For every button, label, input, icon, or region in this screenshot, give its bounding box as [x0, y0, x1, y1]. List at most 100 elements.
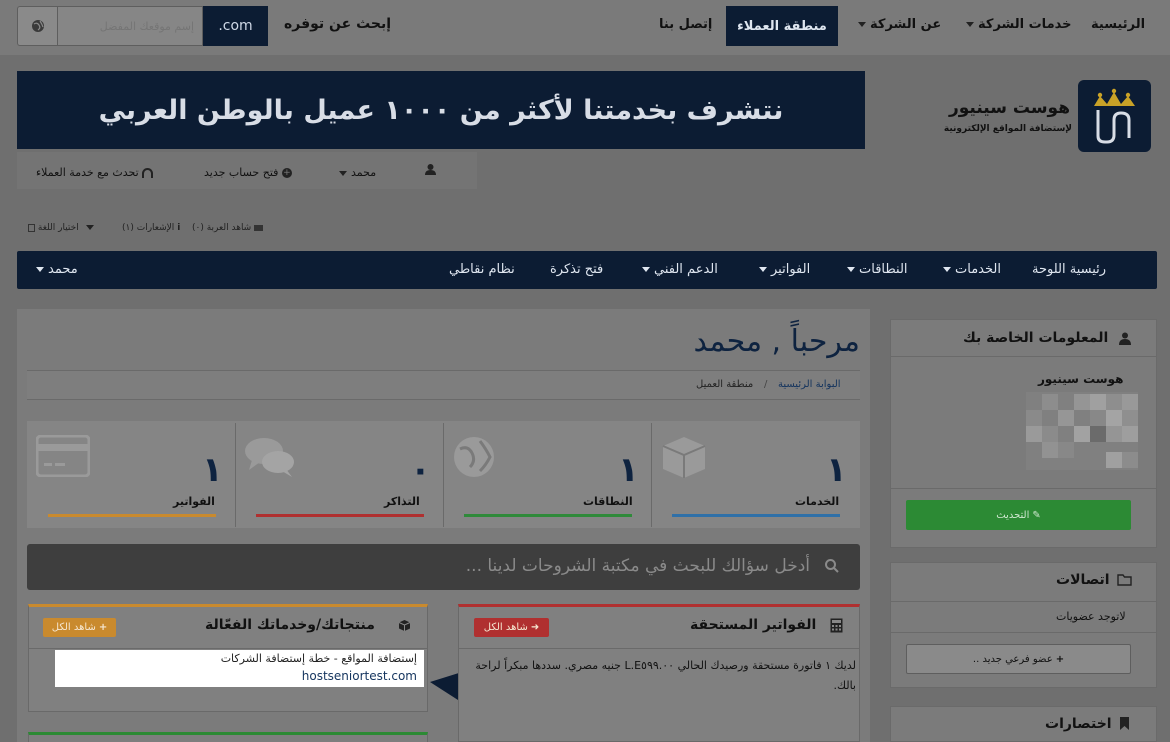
pencil-icon: ✎ — [1032, 509, 1041, 521]
notifications-link[interactable]: i الإشعارات (١) — [122, 223, 180, 233]
mainnav-services[interactable]: الخدمات — [939, 262, 1001, 277]
account-user-menu[interactable]: محمد — [335, 166, 376, 179]
breadcrumb-home[interactable]: البوابة الرئيسية — [778, 379, 841, 390]
cart-icon — [254, 224, 264, 231]
chevron-down-icon — [85, 225, 94, 230]
new-account-link[interactable]: + فتح حساب جديد — [204, 166, 292, 179]
breadcrumb-current: منطقة العميل — [696, 379, 754, 390]
update-button[interactable]: ✎ التحديث — [906, 500, 1131, 530]
mainnav-user-menu[interactable]: محمد — [32, 262, 78, 277]
cube-icon — [398, 619, 411, 635]
breadcrumb-separator: / — [764, 379, 768, 390]
new-sub-member-button[interactable]: + عضو فرعي جديد .. — [906, 644, 1131, 674]
domain-input[interactable] — [57, 6, 203, 46]
domain-search: .com — [17, 6, 268, 46]
shortcuts-card — [890, 706, 1157, 742]
mainnav-invoices-label: الفواتير — [771, 262, 811, 277]
language-selector[interactable]: اختيار اللغة — [28, 223, 98, 233]
calculator-icon — [830, 618, 843, 636]
product-item-domain[interactable]: hostseniortest.com — [60, 669, 417, 683]
nav-about[interactable]: عن الشركة — [854, 17, 941, 37]
language-label: اختيار اللغة — [37, 223, 79, 233]
divider — [890, 488, 1157, 489]
new-member-label: عضو فرعي جديد .. — [972, 653, 1053, 665]
globe-icon — [31, 20, 44, 32]
cart-label: شاهد العربة (٠) — [192, 223, 252, 233]
new-account-label: فتح حساب جديد — [204, 166, 279, 179]
mainnav-ticket-label: فتح تذكرة — [550, 262, 604, 277]
headset-icon — [142, 168, 154, 178]
domain-search-label: إبحث عن توفره — [284, 16, 392, 32]
mainnav-dashboard-label: رئيسية اللوحة — [1032, 262, 1107, 277]
page-title: مرحباً , محمد — [693, 324, 861, 359]
contacts-title: اتصالات — [1056, 572, 1110, 588]
globe-icon — [452, 435, 496, 482]
nav-client-area-label: منطقة العملاء — [737, 18, 827, 34]
account-user-label: محمد — [351, 166, 377, 179]
see-all-label: شاهد الكل — [51, 622, 96, 633]
support-chat-link[interactable]: تحدث مع خدمة العملاء — [36, 166, 154, 179]
see-all-products-button[interactable]: + شاهد الكل — [43, 618, 116, 637]
stat-domains-label[interactable]: النطاقات — [583, 495, 633, 508]
mainnav-support[interactable]: الدعم الفني — [638, 262, 718, 277]
support-chat-label: تحدث مع خدمة العملاء — [36, 166, 139, 179]
stat-services-bar — [672, 514, 840, 517]
divider — [890, 632, 1157, 633]
tld-selector[interactable]: .com — [203, 6, 268, 46]
nav-home[interactable]: الرئيسية — [1091, 17, 1145, 37]
chevron-down-icon — [759, 267, 767, 272]
nav-services[interactable]: خدمات الشركة — [962, 17, 1072, 37]
product-item-name: إستضافة المواقع - خطة إستضافة الشركات — [220, 652, 417, 665]
nav-contact[interactable]: إتصل بنا — [659, 17, 712, 37]
mainnav-dashboard[interactable]: رئيسية اللوحة — [1032, 262, 1106, 277]
cart-link[interactable]: شاهد العربة (٠) — [192, 223, 264, 233]
stat-services-label[interactable]: الخدمات — [795, 495, 839, 508]
nav-client-area[interactable]: منطقة العملاء — [726, 6, 838, 46]
mainnav-open-ticket[interactable]: فتح تذكرة — [550, 262, 603, 277]
bookmark-icon — [1119, 717, 1130, 733]
brand-tagline: لإستضافة المواقع الإلكترونية — [943, 124, 1072, 134]
nav-contact-label: إتصل بنا — [659, 17, 713, 32]
stat-tickets-bar — [256, 514, 424, 517]
chevron-down-icon — [642, 267, 650, 272]
company-name: هوست سينيور — [1038, 372, 1124, 386]
mainnav-domains[interactable]: النطاقات — [843, 262, 908, 277]
stat-tickets-value: ٠ — [410, 450, 431, 490]
mainnav-services-label: الخدمات — [955, 262, 1001, 277]
nav-about-label: عن الشركة — [870, 17, 942, 32]
logo[interactable] — [1078, 80, 1151, 152]
notifications-label: الإشعارات (١) — [122, 223, 175, 233]
stat-divider — [443, 423, 444, 527]
chevron-down-icon — [847, 267, 855, 272]
stat-invoices-value: ١ — [202, 450, 223, 490]
chevron-down-icon — [858, 22, 866, 27]
card-title: منتجاتك/وخدماتك الفعّالة — [205, 617, 375, 633]
chevron-down-icon — [966, 22, 974, 27]
kb-search-input[interactable]: أدخل سؤالك للبحث في مكتبة الشروحات لدينا… — [440, 556, 810, 576]
comments-icon — [244, 436, 296, 481]
stat-tickets-label[interactable]: التذاكر — [384, 495, 420, 508]
globe-button[interactable] — [17, 6, 57, 46]
nav-services-label: خدمات الشركة — [978, 17, 1072, 32]
see-all-invoices-button[interactable]: ➜ شاهد الكل — [474, 618, 549, 637]
see-all-label: شاهد الكل — [483, 622, 528, 633]
no-members-text: لاتوجد عضويات — [1056, 610, 1126, 623]
stat-invoices-label[interactable]: الفواتير — [173, 495, 215, 508]
stat-domains-bar — [464, 514, 632, 517]
info-icon: i — [177, 223, 181, 233]
mainnav-invoices[interactable]: الفواتير — [755, 262, 810, 277]
mainnav-support-label: الدعم الفني — [654, 262, 718, 277]
cube-icon — [660, 434, 708, 483]
translate-icon — [28, 223, 35, 232]
stat-services-value: ١ — [826, 450, 847, 490]
banner-text: نتشرف بخدمتنا لأكثر من ١٠٠٠ عميل بالوطن … — [98, 94, 784, 126]
chevron-down-icon — [943, 267, 951, 272]
nav-home-label: الرئيسية — [1091, 17, 1146, 32]
card-title: الفواتير المستحقة — [690, 617, 817, 633]
pixelated-address-image — [1026, 392, 1138, 470]
promo-banner: نتشرف بخدمتنا لأكثر من ١٠٠٠ عميل بالوطن … — [17, 71, 865, 149]
stat-divider — [651, 423, 652, 527]
next-card-edge — [28, 732, 428, 742]
mainnav-points[interactable]: نظام نقاطي — [449, 262, 515, 277]
stat-invoices-bar — [48, 514, 216, 517]
